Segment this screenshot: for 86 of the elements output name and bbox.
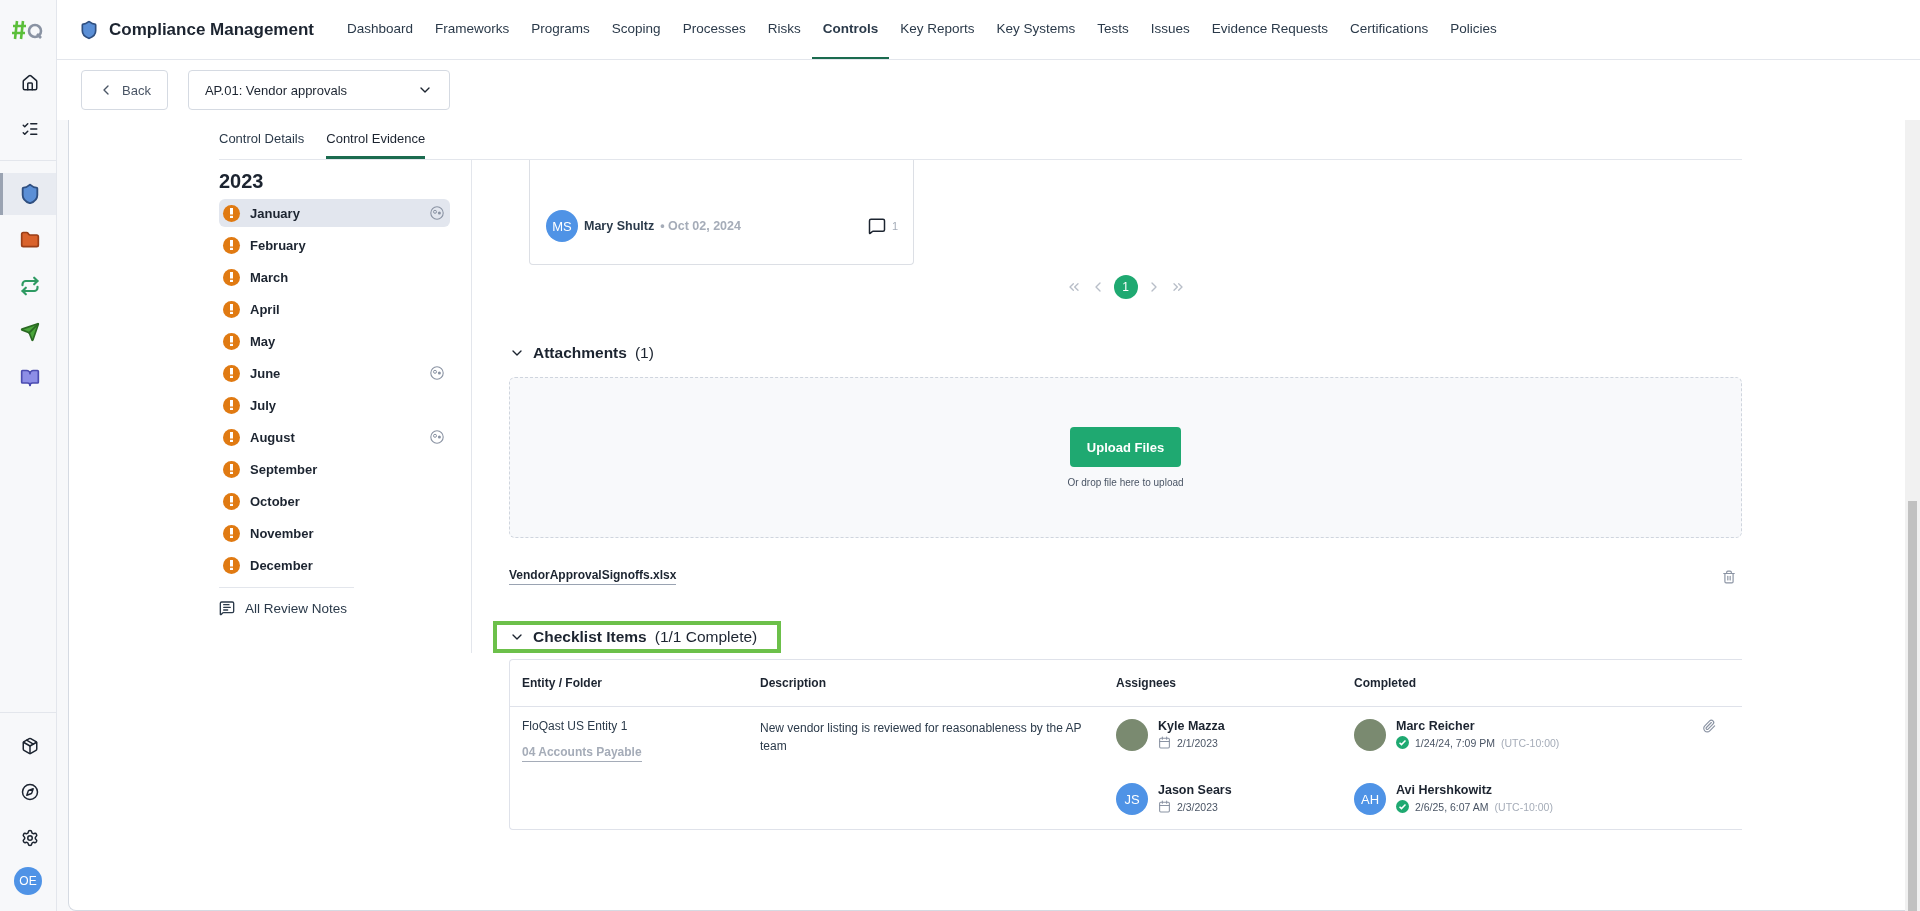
nav-link[interactable]: Dashboard <box>336 0 425 59</box>
month-item[interactable]: September <box>219 455 450 483</box>
month-item[interactable]: November <box>219 519 450 547</box>
due-date: 2/1/2023 <box>1177 736 1218 749</box>
app-title: Compliance Management <box>109 19 314 40</box>
column-header: Assignees <box>1116 676 1178 690</box>
back-button[interactable]: Back <box>81 70 168 110</box>
month-item[interactable]: October <box>219 487 450 515</box>
home-icon <box>20 74 39 92</box>
completer-name: Avi Hershkowitz <box>1396 783 1494 797</box>
entity-name: FloQast US Entity 1 <box>522 719 629 733</box>
drop-hint: Or drop file here to upload <box>1067 477 1184 488</box>
nav-link[interactable]: Programs <box>520 0 601 59</box>
description-text: New vendor listing is reviewed for reasonableness by the AP team <box>760 720 1083 755</box>
trash-icon <box>1722 569 1736 584</box>
month-item[interactable]: August <box>219 423 450 451</box>
assignee-name: Kyle Mazza <box>1158 719 1225 733</box>
drop-zone[interactable]: Upload Files Or drop file here to upload <box>509 377 1742 538</box>
author-name: Mary Shultz <box>584 219 655 233</box>
control-select[interactable]: AP.01: Vendor approvals <box>187 70 450 110</box>
assignee-name: Jason Sears <box>1158 783 1232 797</box>
checklist-icon <box>20 120 39 138</box>
settings-icon <box>20 829 39 847</box>
box-icon <box>20 737 39 755</box>
nav-link[interactable]: Issues <box>1139 0 1201 59</box>
nav-link[interactable]: Scoping <box>600 0 672 59</box>
reviewers-icon <box>430 430 444 444</box>
user-avatar: MS <box>546 210 578 242</box>
month-item[interactable]: March <box>219 263 450 291</box>
column-header: Completed <box>1354 676 1417 690</box>
calendar-icon <box>1158 736 1171 749</box>
reviewers-icon <box>430 366 444 380</box>
timezone-text: (UTC-10:00) <box>1501 736 1560 749</box>
check-circle-icon <box>1396 800 1409 813</box>
timezone-text: (UTC-10:00) <box>1494 800 1553 813</box>
logo-icon <box>12 18 44 42</box>
nav-link[interactable]: Risks <box>756 0 812 59</box>
column-header: Description <box>760 676 827 690</box>
photo-placeholder <box>1354 719 1386 751</box>
paper-plane-icon <box>19 322 40 342</box>
attachments-header[interactable]: Attachments (1) <box>493 337 678 369</box>
nav-link[interactable]: Frameworks <box>424 0 521 59</box>
tab[interactable]: Control Evidence <box>326 120 426 159</box>
completed-time: 2/6/25, 6:07 AM <box>1415 800 1489 813</box>
month-item[interactable]: January <box>219 199 450 227</box>
month-item[interactable]: July <box>219 391 450 419</box>
calendar-icon <box>1158 800 1171 813</box>
check-circle-icon <box>1396 736 1409 749</box>
nav-link[interactable]: Tests <box>1086 0 1140 59</box>
due-date: 2/3/2023 <box>1177 800 1218 813</box>
column-header: Entity / Folder <box>522 676 603 690</box>
nav-link[interactable]: Key Systems <box>985 0 1087 59</box>
sync-icon <box>19 276 40 296</box>
tab[interactable]: Control Details <box>219 120 305 159</box>
user-avatar: JS <box>1116 783 1148 815</box>
attachment-button[interactable] <box>1702 719 1716 733</box>
nav-link[interactable]: Policies <box>1439 0 1508 59</box>
file-link[interactable]: VendorApprovalSignoffs.xlsx <box>509 568 677 585</box>
paperclip-icon <box>1702 719 1716 733</box>
nav-link[interactable]: Processes <box>671 0 757 59</box>
post-date: • Oct 02, 2024 <box>660 219 742 233</box>
nav-link[interactable]: Certifications <box>1339 0 1440 59</box>
scrollbar[interactable] <box>1905 120 1920 911</box>
compass-icon <box>20 783 39 801</box>
month-item[interactable]: June <box>219 359 450 387</box>
month-item[interactable]: May <box>219 327 450 355</box>
nav-link[interactable]: Evidence Requests <box>1200 0 1340 59</box>
reviewers-icon <box>430 206 444 220</box>
folder-icon <box>19 230 40 250</box>
completer-name: Marc Reicher <box>1396 719 1476 733</box>
shield-icon <box>79 19 99 40</box>
nav-link[interactable]: Key Reports <box>889 0 986 59</box>
comment-icon <box>867 217 886 235</box>
year-heading: 2023 <box>219 170 265 193</box>
notes-icon <box>219 600 235 616</box>
user-avatar: AH <box>1354 783 1386 815</box>
all-review-notes-link[interactable]: All Review Notes <box>219 600 450 616</box>
month-item[interactable]: April <box>219 295 450 323</box>
month-item[interactable]: December <box>219 551 450 579</box>
delete-button[interactable] <box>1722 569 1736 584</box>
app-button[interactable] <box>0 173 56 215</box>
checklist-header[interactable]: Checklist Items (1/1 Complete) <box>493 621 782 653</box>
book-icon <box>19 368 40 388</box>
completed-time: 1/24/24, 7:09 PM <box>1415 736 1495 749</box>
photo-placeholder <box>1116 719 1148 751</box>
month-item[interactable]: February <box>219 231 450 259</box>
